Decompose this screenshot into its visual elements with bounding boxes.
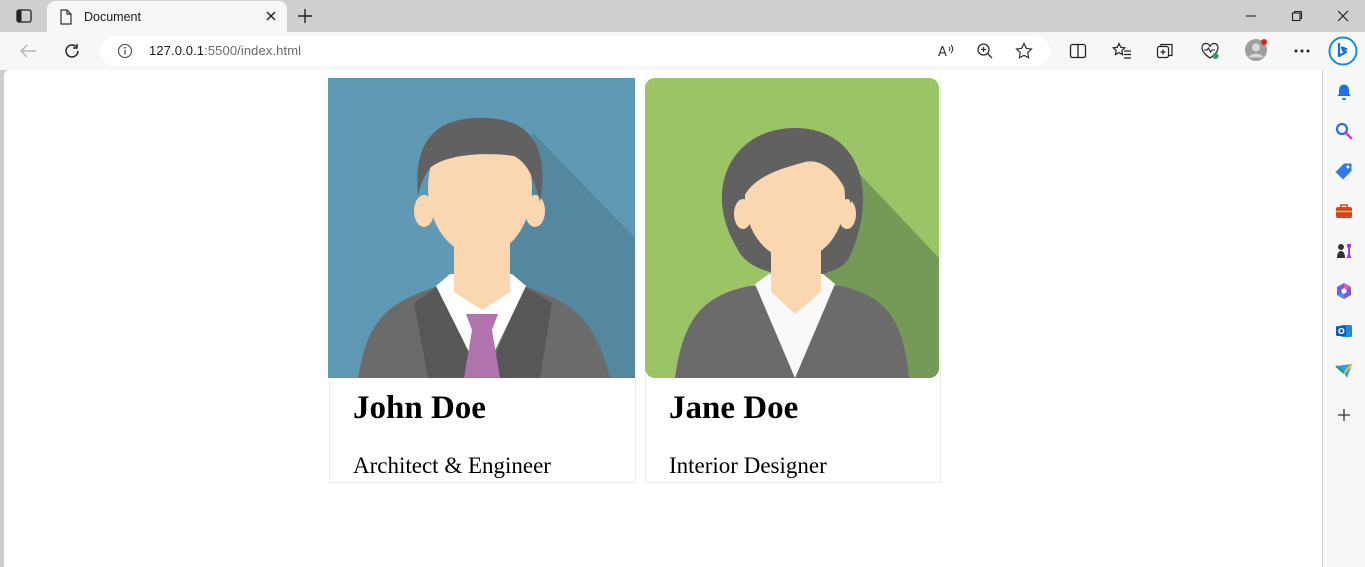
new-tab-icon[interactable] — [296, 7, 314, 25]
notifications-bell-icon[interactable] — [1334, 82, 1354, 102]
male-avatar-image — [328, 78, 635, 378]
read-aloud-icon[interactable]: A — [936, 42, 956, 60]
url-host: 127.0.0.1 — [149, 43, 205, 58]
browser-tab[interactable]: Document — [47, 1, 287, 32]
tools-briefcase-icon[interactable] — [1334, 201, 1354, 221]
profile-name: Jane Doe — [669, 390, 799, 426]
outlook-icon[interactable]: O — [1334, 321, 1354, 341]
refresh-icon[interactable] — [60, 40, 84, 62]
back-icon[interactable] — [16, 40, 40, 62]
profile-name: John Doe — [353, 390, 486, 426]
zoom-icon[interactable] — [975, 42, 995, 60]
add-sidebar-item-icon[interactable] — [1334, 405, 1354, 425]
more-options-icon[interactable] — [1290, 40, 1314, 62]
browser-toolbar: 127.0.0.1:5500/index.html A — [0, 32, 1365, 70]
browser-essentials-icon[interactable] — [1198, 40, 1222, 62]
profile-role: Architect & Engineer — [353, 453, 551, 478]
send-feedback-icon[interactable] — [1334, 361, 1354, 381]
close-tab-icon[interactable] — [264, 9, 278, 23]
microsoft-365-icon[interactable] — [1334, 281, 1354, 301]
page-viewport: John Doe Architect & Engineer Jane Doe I… — [4, 70, 1322, 567]
tab-title: Document — [84, 9, 141, 24]
profile-card: John Doe Architect & Engineer — [328, 78, 636, 483]
split-screen-icon[interactable] — [1066, 40, 1090, 62]
minimize-icon[interactable] — [1228, 0, 1274, 32]
edge-sidebar: O — [1323, 70, 1365, 567]
search-icon[interactable] — [1334, 121, 1354, 141]
female-avatar-image — [645, 78, 939, 378]
svg-text:O: O — [1338, 327, 1345, 336]
address-bar[interactable]: 127.0.0.1:5500/index.html A — [100, 36, 1050, 66]
bing-copilot-icon[interactable] — [1328, 36, 1358, 66]
favorite-star-icon[interactable] — [1014, 42, 1034, 60]
games-chess-icon[interactable] — [1334, 241, 1354, 261]
tab-actions-icon[interactable] — [10, 6, 38, 26]
document-icon — [60, 8, 72, 25]
favorites-icon[interactable] — [1110, 40, 1134, 62]
profile-role: Interior Designer — [669, 453, 827, 478]
shopping-tag-icon[interactable] — [1334, 161, 1354, 181]
tab-strip: Document — [0, 0, 1365, 32]
profile-card: Jane Doe Interior Designer — [645, 78, 941, 483]
profile-avatar-icon[interactable] — [1244, 39, 1268, 61]
close-window-icon[interactable] — [1320, 0, 1365, 32]
info-icon[interactable] — [117, 43, 133, 59]
url-path: :5500/index.html — [204, 43, 302, 58]
url-text[interactable]: 127.0.0.1:5500/index.html — [149, 43, 301, 58]
collections-icon[interactable] — [1154, 40, 1178, 62]
restore-icon[interactable] — [1274, 0, 1320, 32]
svg-text:A: A — [938, 45, 947, 59]
